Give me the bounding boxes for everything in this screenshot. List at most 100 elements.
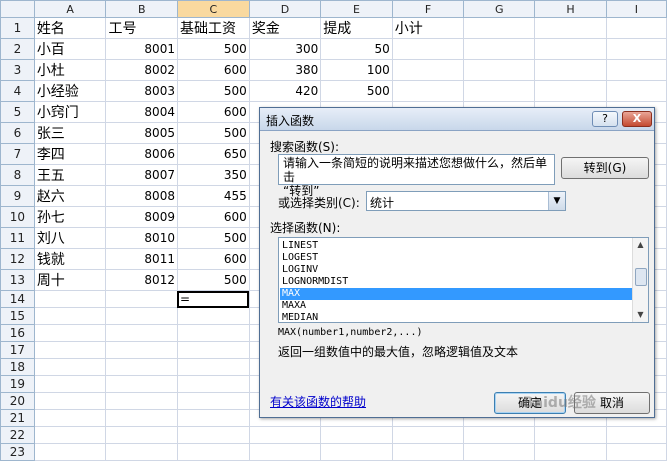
- row-header[interactable]: 5: [0, 101, 35, 123]
- cell-a12[interactable]: 钱就: [33, 248, 107, 270]
- cell-c2[interactable]: 500: [176, 38, 250, 60]
- cell-a15[interactable]: [33, 307, 107, 325]
- cell-a17[interactable]: [33, 341, 107, 359]
- cell-f22[interactable]: [391, 426, 465, 444]
- cell-b18[interactable]: [105, 358, 178, 376]
- cell-c19[interactable]: [176, 375, 250, 393]
- cell-a1[interactable]: 姓名: [33, 17, 107, 39]
- function-list-item[interactable]: LOGINV: [280, 264, 634, 276]
- cell-d22[interactable]: [248, 426, 322, 444]
- cell-b11[interactable]: 8010: [105, 227, 178, 249]
- cell-c10[interactable]: 600: [176, 206, 250, 228]
- cell-b16[interactable]: [105, 324, 178, 342]
- cell-b19[interactable]: [105, 375, 178, 393]
- function-list[interactable]: LINEST LOGEST LOGINV LOGNORMDIST MAX MAXA MEDI…: [278, 237, 649, 323]
- empty-cell[interactable]: [463, 59, 536, 81]
- row-header[interactable]: 9: [0, 185, 35, 207]
- cell-c12[interactable]: 600: [176, 248, 250, 270]
- cell-a16[interactable]: [33, 324, 107, 342]
- cell-c16[interactable]: [176, 324, 250, 342]
- empty-cell[interactable]: [605, 443, 667, 461]
- empty-cell[interactable]: [605, 38, 667, 60]
- cell-c23[interactable]: [176, 443, 250, 461]
- empty-cell[interactable]: [534, 426, 607, 444]
- row-header[interactable]: 12: [0, 248, 35, 270]
- empty-cell[interactable]: [463, 38, 536, 60]
- column-header-i[interactable]: I: [605, 0, 667, 18]
- dialog-titlebar[interactable]: 插入函数 ? X: [260, 108, 654, 131]
- cell-b15[interactable]: [105, 307, 178, 325]
- cell-d2[interactable]: 300: [248, 38, 322, 60]
- row-header[interactable]: 15: [0, 307, 35, 325]
- row-header[interactable]: 13: [0, 269, 35, 291]
- cell-a22[interactable]: [33, 426, 107, 444]
- function-list-item[interactable]: MAXA: [280, 300, 634, 312]
- row-header[interactable]: 22: [0, 426, 35, 444]
- column-header-g[interactable]: G: [463, 0, 536, 18]
- function-list-item[interactable]: MAX: [280, 288, 634, 300]
- row-header[interactable]: 3: [0, 59, 35, 81]
- cell-e22[interactable]: [320, 426, 393, 444]
- cell-b13[interactable]: 8012: [105, 269, 178, 291]
- cell-b20[interactable]: [105, 392, 178, 410]
- cell-c17[interactable]: [176, 341, 250, 359]
- cell-b22[interactable]: [105, 426, 178, 444]
- cell-c11[interactable]: 500: [176, 227, 250, 249]
- cell-c14[interactable]: =: [176, 290, 250, 308]
- row-header[interactable]: 14: [0, 290, 35, 308]
- cell-c20[interactable]: [176, 392, 250, 410]
- cell-a3[interactable]: 小杜: [33, 59, 107, 81]
- cell-b8[interactable]: 8007: [105, 164, 178, 186]
- cell-e4[interactable]: 500: [320, 80, 393, 102]
- cell-a14[interactable]: [33, 290, 107, 308]
- cell-b10[interactable]: 8009: [105, 206, 178, 228]
- cell-b6[interactable]: 8005: [105, 122, 178, 144]
- empty-cell[interactable]: [534, 38, 607, 60]
- cell-c15[interactable]: [176, 307, 250, 325]
- column-header-c[interactable]: C: [176, 0, 250, 18]
- column-header-a[interactable]: A: [33, 0, 107, 18]
- row-header[interactable]: 8: [0, 164, 35, 186]
- column-header-f[interactable]: F: [391, 0, 465, 18]
- cell-c22[interactable]: [176, 426, 250, 444]
- close-icon-button[interactable]: X: [622, 111, 652, 127]
- empty-cell[interactable]: [534, 17, 607, 39]
- cell-c5[interactable]: 600: [176, 101, 250, 123]
- empty-cell[interactable]: [605, 17, 667, 39]
- cell-b17[interactable]: [105, 341, 178, 359]
- row-header[interactable]: 1: [0, 17, 35, 39]
- cell-e3[interactable]: 100: [320, 59, 393, 81]
- cell-f3[interactable]: [391, 59, 465, 81]
- cell-b21[interactable]: [105, 409, 178, 427]
- function-list-item[interactable]: LOGNORMDIST: [280, 276, 634, 288]
- empty-cell[interactable]: [463, 80, 536, 102]
- cell-f23[interactable]: [391, 443, 465, 461]
- cell-c18[interactable]: [176, 358, 250, 376]
- goto-button[interactable]: 转到(G): [561, 157, 649, 179]
- cell-c7[interactable]: 650: [176, 143, 250, 165]
- row-header[interactable]: 10: [0, 206, 35, 228]
- select-all-corner[interactable]: [0, 0, 35, 18]
- cell-a10[interactable]: 孙七: [33, 206, 107, 228]
- cell-a2[interactable]: 小百: [33, 38, 107, 60]
- cell-a11[interactable]: 刘八: [33, 227, 107, 249]
- cell-c21[interactable]: [176, 409, 250, 427]
- row-header[interactable]: 19: [0, 375, 35, 393]
- cell-b4[interactable]: 8003: [105, 80, 178, 102]
- cell-a20[interactable]: [33, 392, 107, 410]
- cell-d1[interactable]: 奖金: [248, 17, 322, 39]
- cell-a7[interactable]: 李四: [33, 143, 107, 165]
- cell-b3[interactable]: 8002: [105, 59, 178, 81]
- cell-c8[interactable]: 350: [176, 164, 250, 186]
- row-header[interactable]: 6: [0, 122, 35, 144]
- row-header[interactable]: 18: [0, 358, 35, 376]
- cell-e1[interactable]: 提成: [320, 17, 393, 39]
- category-select[interactable]: 统计 ▼: [366, 191, 566, 211]
- cell-f2[interactable]: [391, 38, 465, 60]
- cell-b5[interactable]: 8004: [105, 101, 178, 123]
- empty-cell[interactable]: [463, 426, 536, 444]
- column-header-b[interactable]: B: [105, 0, 178, 18]
- function-list-item[interactable]: LINEST: [280, 240, 634, 252]
- row-header[interactable]: 16: [0, 324, 35, 342]
- function-list-scrollbar[interactable]: ▲ ▼: [632, 238, 648, 322]
